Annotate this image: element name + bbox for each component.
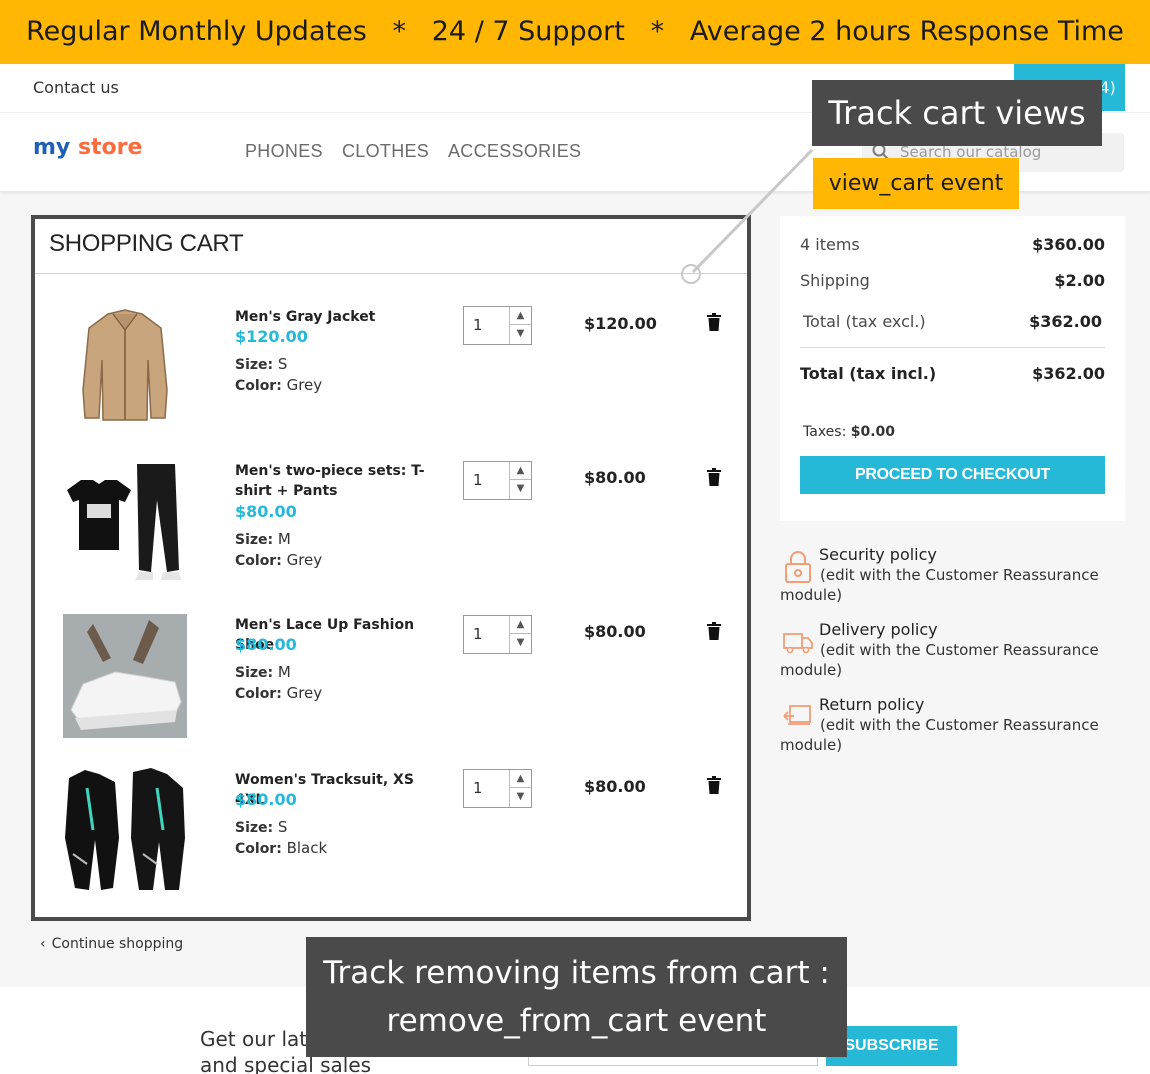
quantity-value[interactable]: 1 — [473, 779, 483, 797]
proceed-to-checkout-button[interactable]: PROCEED TO CHECKOUT — [800, 456, 1105, 494]
size-label: Size: — [235, 665, 274, 681]
view-cart-event-label: view_cart event — [813, 158, 1019, 209]
track-remove-line-1: Track removing items from cart : — [323, 955, 830, 991]
line-total: $80.00 — [584, 622, 646, 641]
product-price: $80.00 — [235, 635, 297, 654]
chevron-up-icon[interactable]: ▲ — [510, 616, 531, 634]
trash-icon[interactable] — [707, 468, 721, 486]
chevron-down-icon[interactable]: ▼ — [510, 480, 531, 498]
size-label: Size: — [235, 357, 274, 373]
chevron-up-icon[interactable]: ▲ — [510, 307, 531, 325]
trash-icon[interactable] — [707, 776, 721, 794]
line-total: $80.00 — [584, 468, 646, 487]
product-color: Color: Grey — [235, 684, 322, 702]
nav-clothes[interactable]: CLOTHES — [342, 141, 429, 162]
product-price: $120.00 — [235, 327, 308, 346]
size-value: S — [277, 818, 288, 836]
track-cart-views-callout: Track cart views — [812, 80, 1102, 146]
product-price: $80.00 — [235, 502, 297, 521]
nav-phones[interactable]: PHONES — [245, 141, 323, 162]
security-policy-title: Security policy — [819, 545, 937, 564]
size-value: M — [277, 530, 291, 548]
summary-total-incl-label: Total (tax incl.) — [800, 364, 937, 383]
product-size: Size: S — [235, 355, 287, 373]
product-image-tracksuit[interactable] — [63, 768, 187, 892]
summary-taxes: Taxes: $0.00 — [803, 424, 895, 440]
color-label: Color: — [235, 686, 282, 702]
return-policy-desc: (edit with the Customer Reassurance modu… — [780, 716, 1099, 754]
summary-divider — [800, 347, 1105, 348]
jacket-image — [82, 309, 168, 421]
size-label: Size: — [235, 532, 274, 548]
quantity-value[interactable]: 1 — [473, 316, 483, 334]
store-logo[interactable]: my store — [33, 135, 142, 160]
product-color: Color: Black — [235, 839, 327, 857]
tshirt-pants-image — [67, 464, 181, 580]
color-label: Color: — [235, 378, 282, 394]
promo-banner: Regular Monthly Updates * 24 / 7 Support… — [0, 0, 1150, 64]
cart-title: SHOPPING CART — [49, 230, 244, 257]
quantity-stepper[interactable]: 1 ▲ ▼ — [463, 306, 532, 345]
quantity-stepper[interactable]: 1 ▲ ▼ — [463, 769, 532, 808]
trash-icon[interactable] — [707, 622, 721, 640]
return-policy-title: Return policy — [819, 695, 925, 714]
product-size: Size: M — [235, 530, 291, 548]
color-value: Black — [286, 839, 328, 857]
color-label: Color: — [235, 841, 282, 857]
quantity-value[interactable]: 1 — [473, 625, 483, 643]
shoe-image — [63, 614, 187, 738]
delivery-policy-desc: (edit with the Customer Reassurance modu… — [780, 641, 1099, 679]
logo-store: store — [77, 135, 143, 160]
chevron-down-icon[interactable]: ▼ — [510, 325, 531, 343]
chevron-down-icon[interactable]: ▼ — [510, 634, 531, 652]
chevron-up-icon[interactable]: ▲ — [510, 770, 531, 788]
cart-divider — [35, 273, 747, 274]
tracksuit-image — [65, 768, 185, 890]
summary-items-label: 4 items — [800, 235, 860, 254]
track-remove-callout: Track removing items from cart : remove_… — [306, 937, 847, 1057]
product-image-jacket[interactable] — [63, 300, 187, 424]
nav-accessories[interactable]: ACCESSORIES — [448, 141, 581, 162]
chevron-left-icon: ‹ — [40, 936, 46, 952]
size-value: M — [277, 663, 291, 681]
quantity-value[interactable]: 1 — [473, 471, 483, 489]
product-name[interactable]: Men's two-piece sets: T-shirt + Pants — [235, 461, 445, 501]
delivery-policy-title: Delivery policy — [819, 620, 938, 639]
size-value: S — [277, 355, 288, 373]
size-label: Size: — [235, 820, 274, 836]
track-remove-line-2: remove_from_cart event — [386, 1003, 767, 1039]
product-name[interactable]: Men's Gray Jacket — [235, 307, 445, 327]
quantity-stepper[interactable]: 1 ▲ ▼ — [463, 461, 532, 500]
continue-shopping-label: Continue shopping — [51, 936, 184, 952]
product-image-shoe[interactable] — [63, 614, 187, 738]
product-size: Size: M — [235, 663, 291, 681]
summary-shipping-value: $2.00 — [1054, 271, 1105, 290]
summary-total-excl-label: Total (tax excl.) — [803, 312, 926, 331]
line-total: $120.00 — [584, 314, 657, 333]
taxes-value: $0.00 — [850, 424, 896, 440]
chevron-down-icon[interactable]: ▼ — [510, 788, 531, 806]
product-color: Color: Grey — [235, 551, 322, 569]
product-image-two-piece[interactable] — [63, 460, 187, 584]
trash-icon[interactable] — [707, 313, 721, 331]
contact-link[interactable]: Contact us — [33, 78, 119, 97]
summary-total-excl-value: $362.00 — [1029, 312, 1102, 331]
color-value: Grey — [286, 551, 323, 569]
summary-items-value: $360.00 — [1032, 235, 1105, 254]
continue-shopping-link[interactable]: ‹ Continue shopping — [40, 936, 183, 952]
color-value: Grey — [286, 684, 323, 702]
taxes-label: Taxes: — [803, 424, 847, 440]
line-total: $80.00 — [584, 777, 646, 796]
color-label: Color: — [235, 553, 282, 569]
chevron-up-icon[interactable]: ▲ — [510, 462, 531, 480]
product-size: Size: S — [235, 818, 287, 836]
quantity-stepper[interactable]: 1 ▲ ▼ — [463, 615, 532, 654]
logo-my: my — [33, 135, 71, 160]
product-price: $80.00 — [235, 790, 297, 809]
security-policy-desc: (edit with the Customer Reassurance modu… — [780, 566, 1099, 604]
color-value: Grey — [286, 376, 323, 394]
product-color: Color: Grey — [235, 376, 322, 394]
summary-shipping-label: Shipping — [800, 271, 870, 290]
summary-total-incl-value: $362.00 — [1032, 364, 1105, 383]
